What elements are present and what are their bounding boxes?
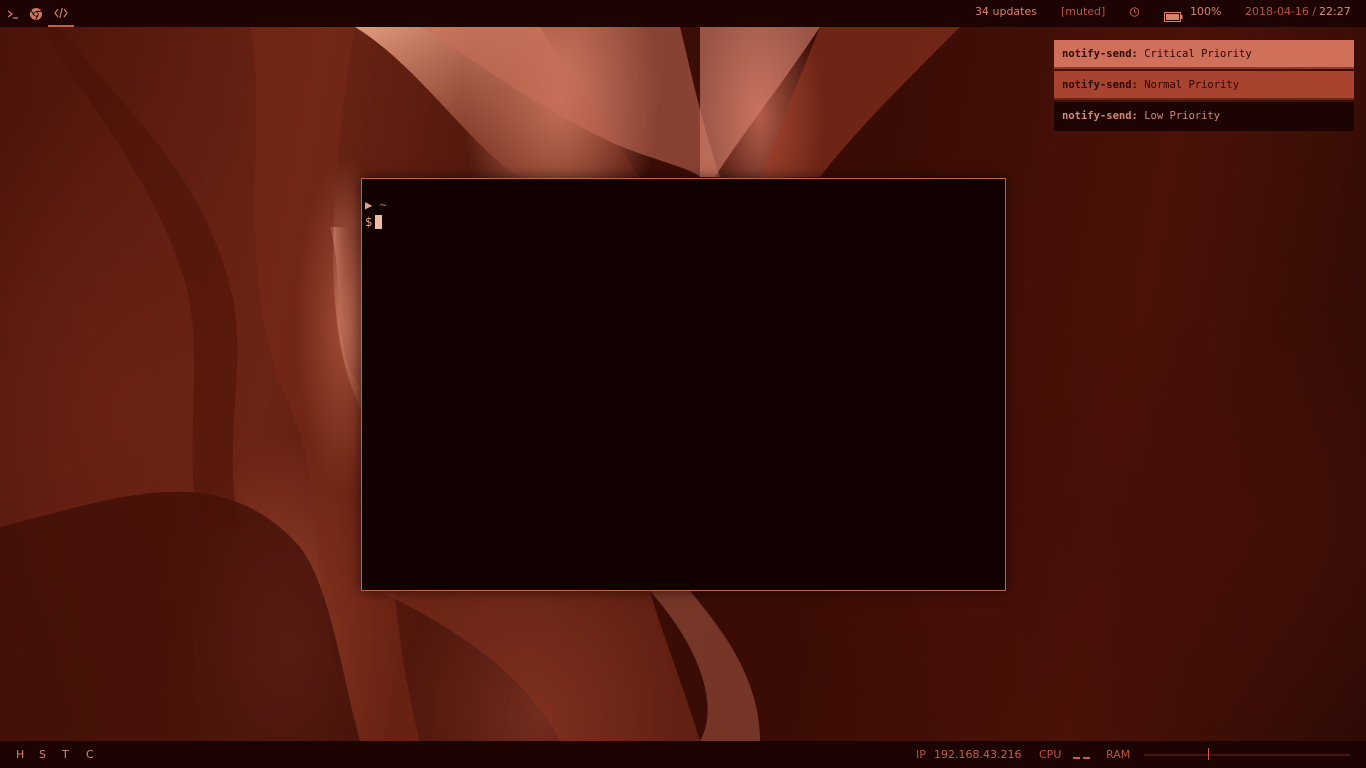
tag-s[interactable]: S bbox=[39, 741, 46, 768]
workspace-code[interactable] bbox=[48, 0, 74, 27]
bottom-bar: H S T C IP 192.168.43.216 CPU RAM bbox=[0, 741, 1366, 768]
prompt-arrow: ▶ bbox=[365, 198, 373, 212]
chrome-icon bbox=[30, 7, 42, 20]
ip-address: 192.168.43.216 bbox=[934, 748, 1022, 761]
cpu-core-bar bbox=[1073, 757, 1080, 759]
terminal-window[interactable]: ▶ ~ $ bbox=[361, 178, 1006, 591]
battery-icon bbox=[1164, 7, 1183, 22]
terminal-icon bbox=[7, 9, 18, 19]
ram-usage-marker bbox=[1208, 748, 1209, 760]
notification-message: Normal Priority bbox=[1144, 79, 1240, 91]
text-cursor bbox=[375, 215, 383, 229]
notification-app: notify-send: bbox=[1062, 79, 1138, 91]
notification-message: Critical Priority bbox=[1144, 48, 1252, 60]
input-line[interactable]: $ bbox=[365, 215, 383, 229]
notification-critical[interactable]: notify-send: Critical Priority bbox=[1054, 40, 1354, 69]
updates-indicator[interactable]: 34 updates bbox=[975, 0, 1037, 27]
notification-app: notify-send: bbox=[1062, 48, 1138, 60]
date[interactable]: 2018-04-16 / bbox=[1245, 0, 1316, 27]
cpu-label: CPU bbox=[1039, 748, 1062, 761]
prompt-line: ▶ ~ bbox=[365, 198, 387, 212]
notification-low[interactable]: notify-send: Low Priority bbox=[1054, 102, 1354, 131]
notification-message: Low Priority bbox=[1144, 110, 1221, 122]
battery-level: 100% bbox=[1190, 5, 1222, 18]
prompt-directory: ~ bbox=[379, 198, 387, 212]
top-bar: 34 updates [muted] 100% 2018-04-16 / 22:… bbox=[0, 0, 1366, 27]
clock-icon[interactable] bbox=[1129, 0, 1140, 27]
notification-normal[interactable]: notify-send: Normal Priority bbox=[1054, 71, 1354, 100]
ip-label: IP bbox=[916, 748, 926, 761]
cpu-core-bar bbox=[1083, 757, 1090, 759]
tag-t[interactable]: T bbox=[62, 741, 69, 768]
notification-app: notify-send: bbox=[1062, 110, 1138, 122]
desktop: 34 updates [muted] 100% 2018-04-16 / 22:… bbox=[0, 0, 1366, 768]
cpu-usage-graph bbox=[1073, 757, 1091, 760]
workspace-browser[interactable] bbox=[23, 0, 49, 27]
ram-label: RAM bbox=[1106, 748, 1131, 761]
tag-h[interactable]: H bbox=[16, 741, 24, 768]
code-icon bbox=[54, 7, 68, 18]
ram-usage-bar bbox=[1144, 748, 1350, 760]
volume-indicator[interactable]: [muted] bbox=[1061, 0, 1105, 27]
time[interactable]: 22:27 bbox=[1319, 0, 1351, 27]
prompt-symbol: $ bbox=[365, 215, 373, 229]
tag-c[interactable]: C bbox=[86, 741, 94, 768]
